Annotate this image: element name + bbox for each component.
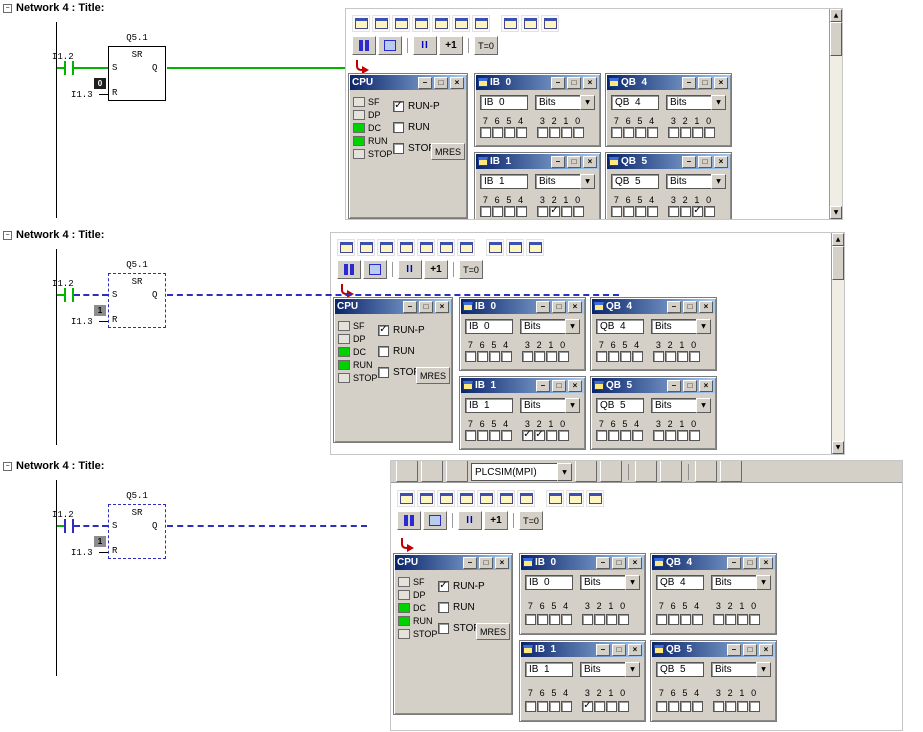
- reset-operand-label[interactable]: I1.3: [71, 90, 93, 100]
- network-title: Network 4 : Title:: [16, 229, 104, 241]
- network-header: − Network 4 : Title:: [3, 229, 104, 241]
- wire-segment: [167, 294, 619, 296]
- sr-block-type-label: SR: [108, 277, 166, 287]
- reset-pin-label: R: [112, 546, 117, 556]
- wire-segment: [167, 525, 367, 527]
- wire-segment: [74, 294, 108, 296]
- set-pin-label: S: [112, 521, 117, 531]
- q-pin-label: Q: [152, 63, 157, 73]
- collapse-icon[interactable]: −: [3, 462, 12, 471]
- reset-pin-label: R: [112, 88, 117, 98]
- ladder-diagram: I1.2 Q5.1 SR S R Q I1.3 1: [0, 458, 923, 732]
- contact-icon[interactable]: [64, 519, 66, 533]
- reset-operand-label[interactable]: I1.3: [71, 317, 93, 327]
- contact-operand-label[interactable]: I1.2: [52, 510, 74, 520]
- wire-segment: [99, 94, 108, 95]
- reset-operand-label[interactable]: I1.3: [71, 548, 93, 558]
- q-pin-label: Q: [152, 290, 157, 300]
- wire-segment: [99, 552, 108, 553]
- wire-segment: [57, 525, 64, 527]
- contact-icon[interactable]: [64, 61, 66, 75]
- wire-segment: [167, 67, 345, 69]
- sr-block-type-label: SR: [108, 508, 166, 518]
- contact-icon[interactable]: [64, 288, 66, 302]
- ladder-diagram: I1.2 Q5.1 SR S R Q I1.3 1: [0, 227, 923, 458]
- ladder-diagram: I1.2 Q5.1 SR S R Q I1.3 0: [0, 0, 923, 227]
- network-title: Network 4 : Title:: [16, 460, 104, 472]
- status-value-badge: 0: [94, 78, 106, 89]
- wire-segment: [74, 525, 108, 527]
- reset-pin-label: R: [112, 315, 117, 325]
- wire-segment: [74, 67, 108, 69]
- sr-block-operand-label[interactable]: Q5.1: [108, 260, 166, 270]
- contact-operand-label[interactable]: I1.2: [52, 52, 74, 62]
- network-header: − Network 4 : Title:: [3, 460, 104, 472]
- sr-block-operand-label[interactable]: Q5.1: [108, 33, 166, 43]
- plc-status-panel: − Network 4 : Title: I1.2 Q5.1 SR S R Q …: [0, 0, 923, 227]
- page: − Network 4 : Title: I1.2 Q5.1 SR S R Q …: [0, 0, 923, 732]
- network-title: Network 4 : Title:: [16, 2, 104, 14]
- q-pin-label: Q: [152, 521, 157, 531]
- contact-operand-label[interactable]: I1.2: [52, 279, 74, 289]
- status-value-badge: 1: [94, 536, 106, 547]
- sr-block-type-label: SR: [108, 50, 166, 60]
- collapse-icon[interactable]: −: [3, 231, 12, 240]
- set-pin-label: S: [112, 290, 117, 300]
- plc-status-panel: − Network 4 : Title: I1.2 Q5.1 SR S R Q …: [0, 458, 923, 732]
- status-value-badge: 1: [94, 305, 106, 316]
- collapse-icon[interactable]: −: [3, 4, 12, 13]
- plc-status-panel: − Network 4 : Title: I1.2 Q5.1 SR S R Q …: [0, 227, 923, 458]
- set-pin-label: S: [112, 63, 117, 73]
- network-header: − Network 4 : Title:: [3, 2, 104, 14]
- wire-segment: [57, 67, 64, 69]
- sr-block-operand-label[interactable]: Q5.1: [108, 491, 166, 501]
- wire-segment: [57, 294, 64, 296]
- wire-segment: [99, 321, 108, 322]
